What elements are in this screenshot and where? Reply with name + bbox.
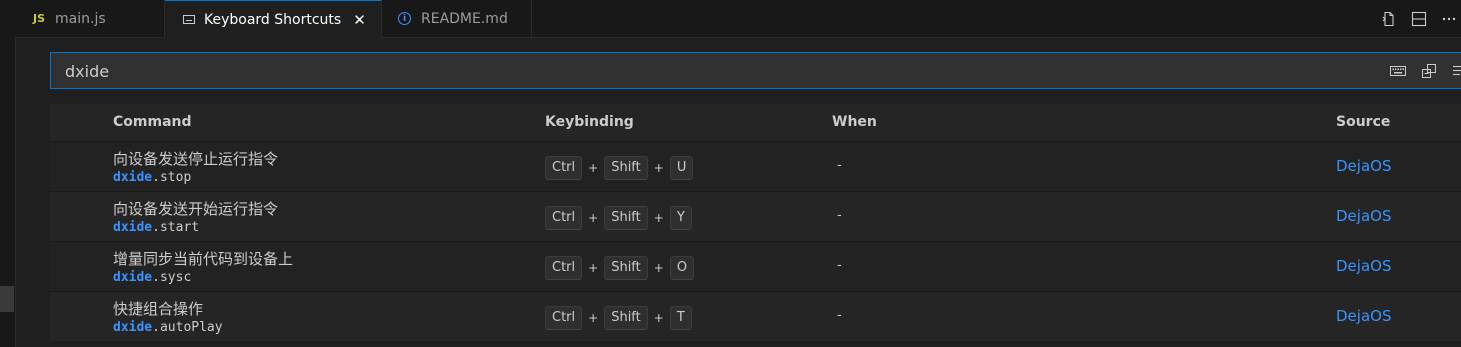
table-row[interactable]: 向设备发送开始运行指令 dxide.start Ctrl + Shift + Y… [50,191,1461,241]
command-title: 增量同步当前代码到设备上 [113,250,294,268]
js-file-icon: JS [33,12,46,25]
table-header: Command Keybinding When Source [50,104,1461,141]
column-header-source[interactable]: Source [1336,104,1390,141]
source-link[interactable]: DejaOS [1336,157,1391,175]
keybindings-table: Command Keybinding When Source 向设备发送停止运行… [50,104,1461,341]
when-clause: - [837,208,842,223]
command-id-match: dxide [113,220,153,235]
source-link[interactable]: DejaOS [1336,207,1391,225]
when-clause: - [837,158,842,173]
keyboard-shortcuts-editor: JS main.js Keyboard Shortcuts ✕ i README… [0,0,1461,347]
key-separator: + [653,211,664,225]
key-separator: + [653,161,664,175]
table-row[interactable]: 向设备发送停止运行指令 dxide.stop Ctrl + Shift + U … [50,141,1461,191]
command-id: dxide.stop [113,170,191,185]
key-separator: + [653,311,664,325]
command-id: dxide.autoPlay [113,320,223,335]
gutter-marker [0,286,14,312]
tab-bar: JS main.js Keyboard Shortcuts ✕ i README… [15,0,1461,38]
key-shift: Shift [604,306,648,330]
command-id: dxide.sysc [113,270,191,285]
close-icon[interactable]: ✕ [353,11,366,29]
command-id-rest: .start [152,220,200,235]
tab-readme[interactable]: i README.md [382,0,532,37]
editor-actions [1381,0,1461,37]
key-separator: + [588,161,599,175]
search-actions [1389,53,1461,88]
command-id-rest: .stop [152,170,192,185]
key-separator: + [588,211,599,225]
open-keybindings-json-icon[interactable] [1381,11,1397,27]
tab-main-js[interactable]: JS main.js [15,0,165,37]
command-title: 向设备发送停止运行指令 [113,150,279,168]
split-editor-icon[interactable] [1411,11,1427,27]
sort-by-precedence-icon[interactable] [1420,62,1438,80]
key-shift: Shift [604,206,648,230]
command-title: 向设备发送开始运行指令 [113,200,279,218]
key-shift: Shift [604,156,648,180]
command-id: dxide.start [113,220,199,235]
key-separator: + [588,311,599,325]
when-clause: - [837,258,842,273]
left-gutter [0,0,16,347]
search-input[interactable] [63,53,1347,90]
key-letter: T [669,306,692,330]
keyboard-icon [183,15,195,24]
source-link[interactable]: DejaOS [1336,257,1391,275]
keybinding[interactable]: Ctrl + Shift + Y [545,206,692,230]
key-letter: U [669,156,694,180]
info-icon: i [398,12,411,25]
command-id-match: dxide [113,270,153,285]
tab-label: Keyboard Shortcuts [204,11,342,28]
source-link[interactable]: DejaOS [1336,307,1391,325]
keybinding[interactable]: Ctrl + Shift + O [545,256,695,280]
command-title: 快捷组合操作 [113,300,204,318]
more-actions-icon[interactable] [1441,11,1457,27]
key-letter: O [669,256,695,280]
column-header-keybinding[interactable]: Keybinding [545,104,634,141]
tab-label: main.js [55,10,106,27]
key-ctrl: Ctrl [545,156,583,180]
keybindings-search-box [50,52,1461,90]
clear-search-icon[interactable] [1451,62,1461,80]
key-ctrl: Ctrl [545,306,583,330]
column-header-command[interactable]: Command [113,104,192,141]
key-separator: + [588,261,599,275]
key-ctrl: Ctrl [545,206,583,230]
tab-label: README.md [421,10,508,27]
keybinding[interactable]: Ctrl + Shift + U [545,156,694,180]
command-id-rest: .sysc [152,270,192,285]
column-header-when[interactable]: When [832,104,877,141]
tab-keyboard-shortcuts[interactable]: Keyboard Shortcuts ✕ [165,0,382,38]
record-keys-icon[interactable] [1389,62,1407,80]
table-row[interactable]: 快捷组合操作 dxide.autoPlay Ctrl + Shift + T -… [50,291,1461,341]
key-shift: Shift [604,256,648,280]
key-ctrl: Ctrl [545,256,583,280]
command-id-match: dxide [113,170,153,185]
table-row[interactable]: 增量同步当前代码到设备上 dxide.sysc Ctrl + Shift + O… [50,241,1461,291]
keybinding[interactable]: Ctrl + Shift + T [545,306,692,330]
key-letter: Y [669,206,692,230]
when-clause: - [837,308,842,323]
key-separator: + [653,261,664,275]
command-id-match: dxide [113,320,153,335]
command-id-rest: .autoPlay [152,320,223,335]
